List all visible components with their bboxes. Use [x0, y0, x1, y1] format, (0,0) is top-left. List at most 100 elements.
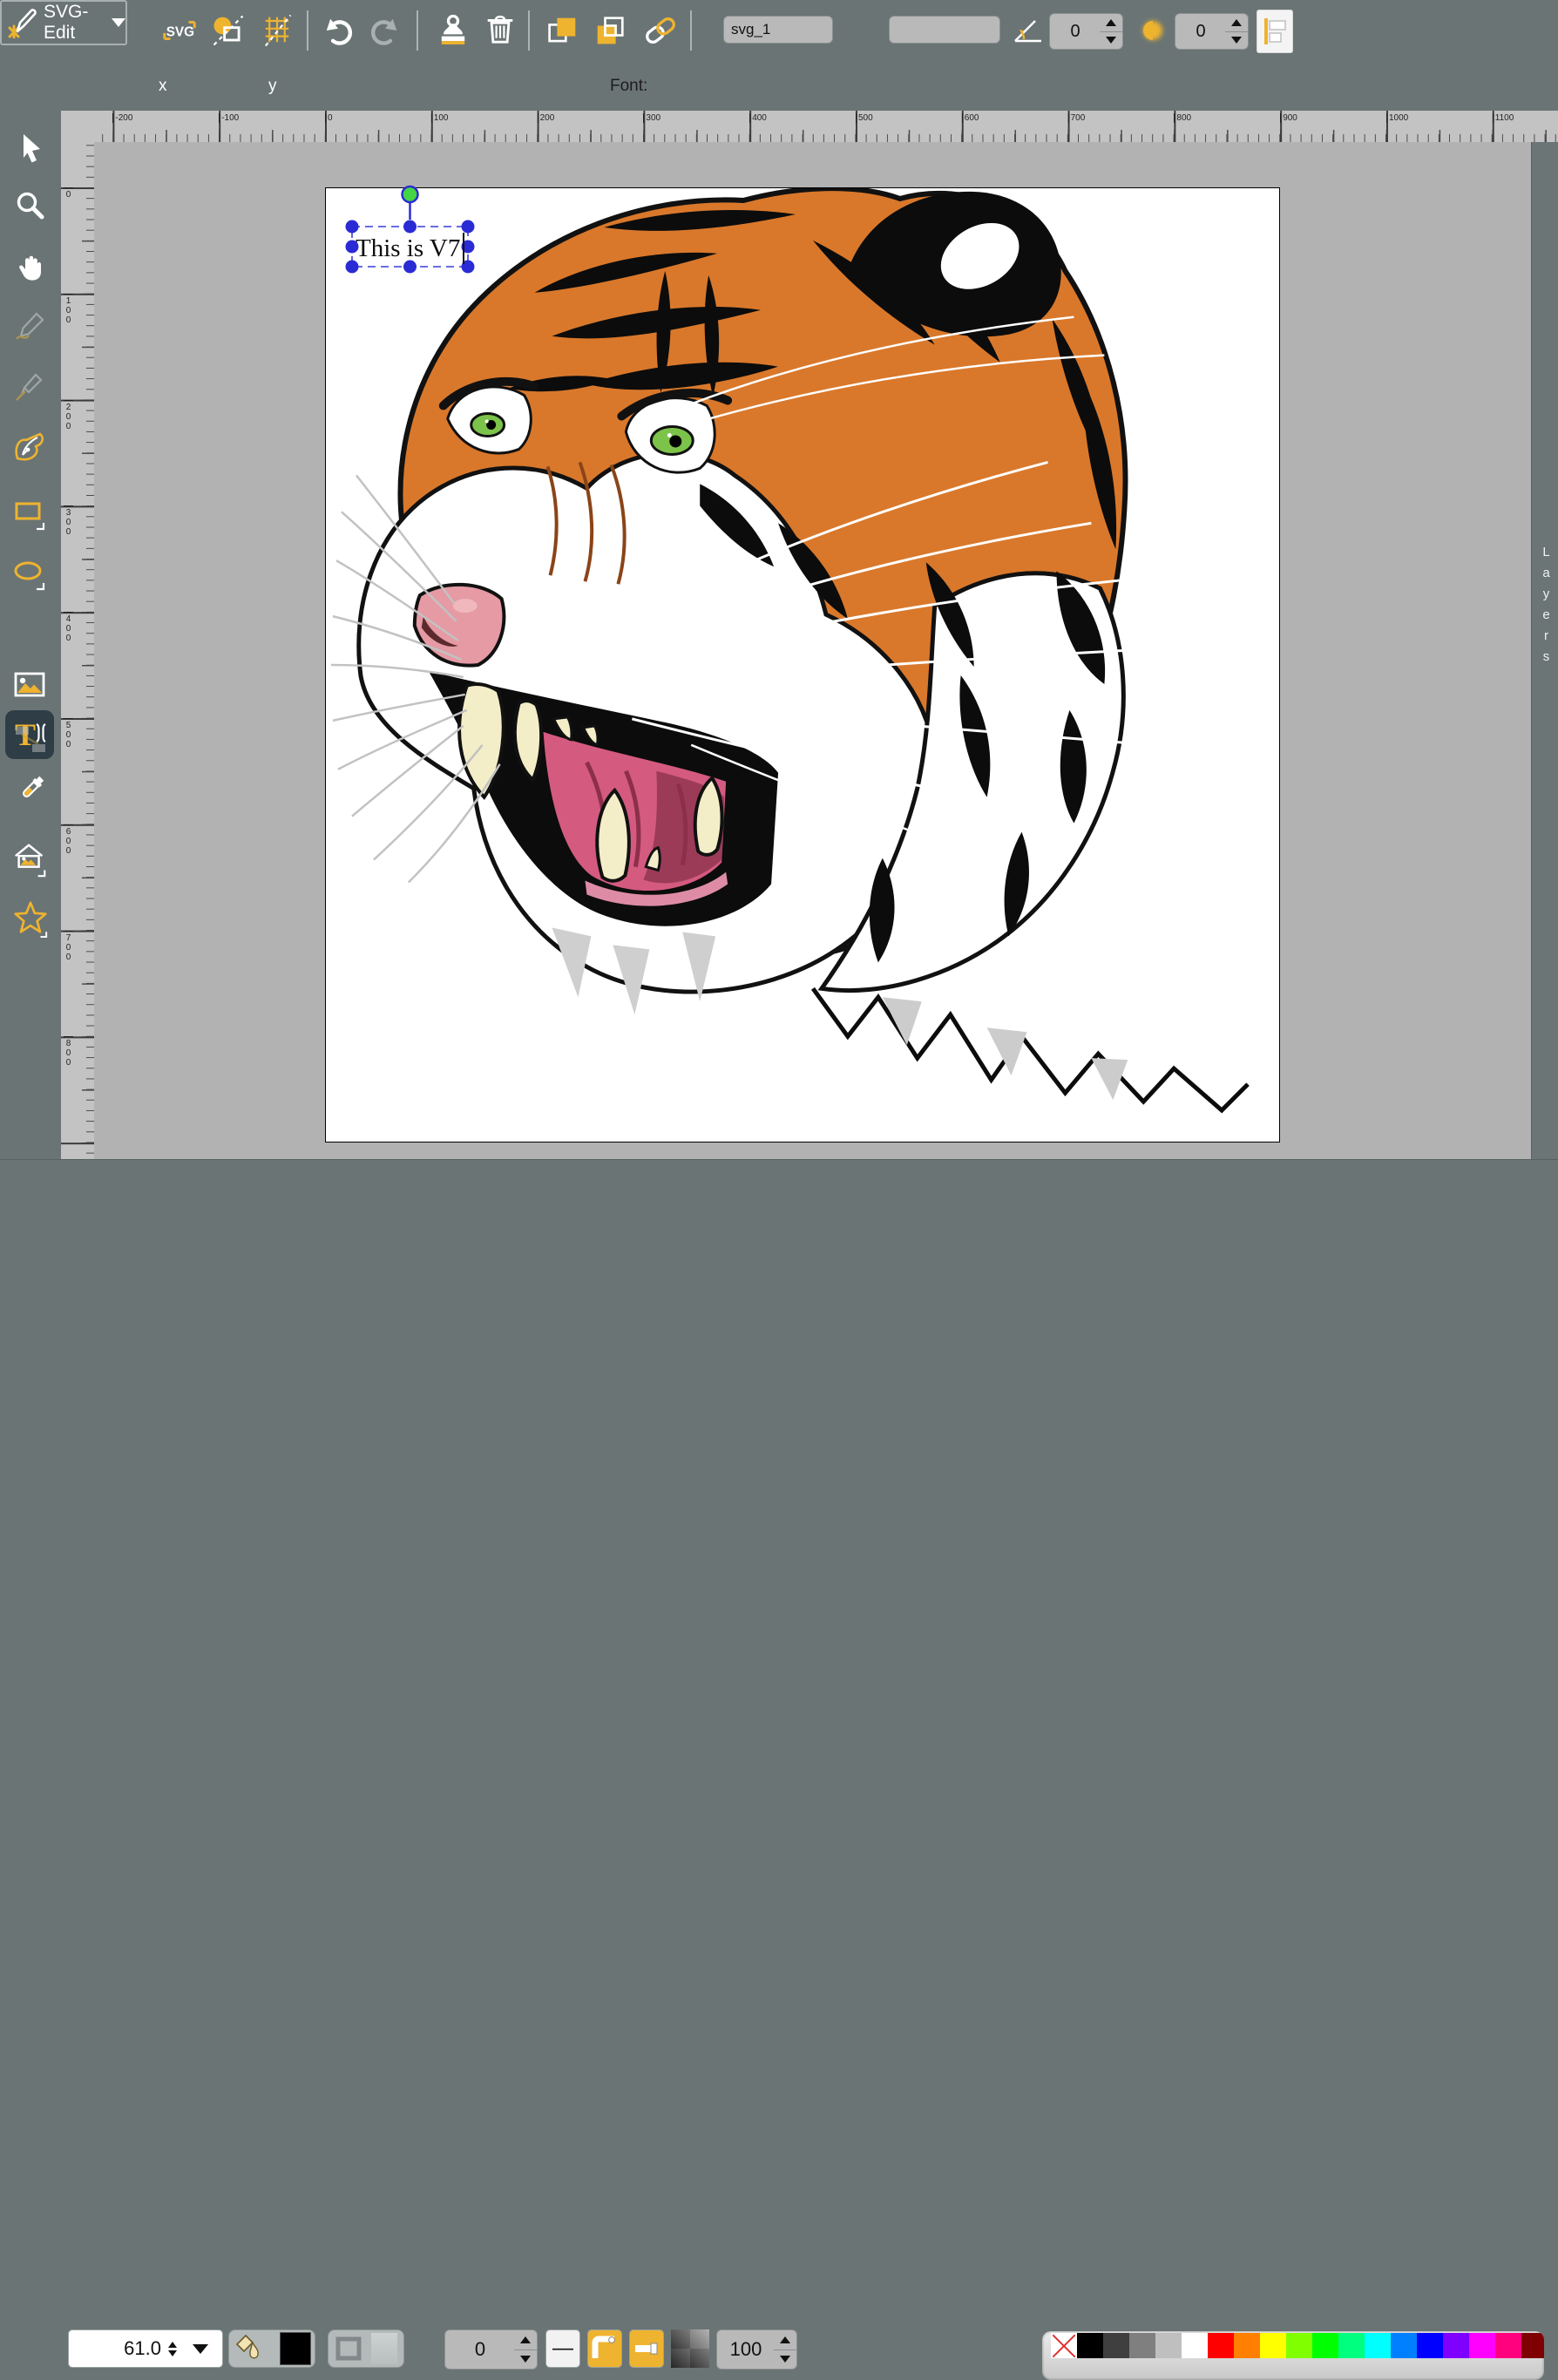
toolbar-divider	[528, 10, 530, 51]
layers-panel-toggle[interactable]: Layers	[1531, 142, 1558, 1159]
svg-text:SVG: SVG	[166, 25, 194, 40]
palette-swatch[interactable]	[1338, 2333, 1365, 2358]
ruler-horizontal: -200-10001002003004005006007008009001000…	[94, 111, 1558, 143]
tool-pencil[interactable]	[11, 308, 50, 346]
palette-swatch[interactable]	[1365, 2333, 1391, 2358]
pencil-icon	[13, 309, 48, 344]
move-to-back-button[interactable]	[591, 11, 629, 50]
toolbar-divider	[417, 10, 418, 51]
zoom-magnifier-icon	[13, 189, 48, 224]
document-properties-button[interactable]	[209, 11, 247, 50]
opacity-input[interactable]: 100	[716, 2329, 776, 2370]
stroke-style-button[interactable]: —	[545, 2329, 580, 2368]
toolbar-divider	[307, 10, 308, 51]
palette-swatch[interactable]	[1469, 2333, 1495, 2358]
tool-star[interactable]	[11, 899, 50, 938]
select-arrow-icon	[13, 131, 48, 166]
palette-swatch[interactable]	[1286, 2333, 1312, 2358]
palette-swatch[interactable]	[1182, 2333, 1208, 2358]
toolbar-divider	[690, 10, 692, 51]
pan-hand-icon	[13, 249, 48, 284]
logo-label: SVG-Edit	[44, 2, 103, 44]
angle-spinner[interactable]	[1100, 13, 1123, 50]
tool-shape-library[interactable]	[11, 841, 50, 879]
stroke-color-widget[interactable]	[328, 2329, 404, 2368]
palette-swatch[interactable]	[1521, 2333, 1544, 2358]
blur-input[interactable]: 0	[1175, 13, 1227, 50]
eyedropper-icon	[11, 770, 50, 809]
chevron-down-icon	[193, 2344, 208, 2354]
move-front-icon	[544, 11, 582, 50]
palette-swatch-none[interactable]	[1051, 2333, 1077, 2358]
clone-button[interactable]	[434, 11, 472, 50]
zoom-spinner[interactable]	[161, 2330, 184, 2367]
fill-color-swatch[interactable]	[280, 2332, 311, 2365]
align-button[interactable]	[1257, 10, 1293, 53]
fill-color-widget[interactable]	[228, 2329, 315, 2368]
x-label: x	[159, 61, 167, 111]
svg-canvas[interactable]	[325, 187, 1280, 1143]
blur-spinner[interactable]	[1225, 13, 1249, 50]
stamp-icon	[434, 11, 472, 50]
tool-ellipse[interactable]	[11, 555, 50, 593]
stroke-width-input[interactable]: 0	[444, 2329, 516, 2370]
linejoin-miter-icon	[590, 2334, 620, 2363]
editor-preferences-button[interactable]	[258, 11, 296, 50]
undo-button[interactable]	[319, 11, 357, 50]
trash-icon	[481, 11, 519, 50]
stroke-width-spinner[interactable]	[514, 2329, 538, 2370]
rectangle-icon	[11, 495, 50, 533]
ruler-corner	[61, 111, 95, 143]
zoom-widget[interactable]: 61.0	[68, 2329, 223, 2368]
palette-swatch[interactable]	[1208, 2333, 1234, 2358]
opacity-spinner[interactable]	[774, 2329, 797, 2370]
workspace[interactable]: This is V7	[94, 142, 1531, 1159]
palette-swatch[interactable]	[1234, 2333, 1260, 2358]
tool-connector[interactable]	[11, 721, 50, 759]
tool-path[interactable]	[11, 430, 50, 468]
undo-icon	[319, 11, 357, 50]
redo-button[interactable]	[366, 11, 404, 50]
palette-swatch[interactable]	[1495, 2333, 1521, 2358]
paint-bucket-icon	[234, 2331, 269, 2366]
tool-pan[interactable]	[11, 247, 50, 286]
palette-swatch[interactable]	[1155, 2333, 1182, 2358]
angle-input[interactable]: 0	[1049, 13, 1101, 50]
tool-image[interactable]	[11, 667, 50, 705]
palette-swatch[interactable]	[1103, 2333, 1129, 2358]
source-button[interactable]: SVG	[160, 11, 199, 50]
tool-eyedropper[interactable]	[11, 770, 50, 809]
palette-swatch[interactable]	[1417, 2333, 1443, 2358]
tool-zoom[interactable]	[11, 187, 50, 226]
palette-swatch[interactable]	[1129, 2333, 1155, 2358]
logo-icon	[7, 7, 38, 38]
angle-icon	[1009, 11, 1047, 50]
redo-icon	[366, 11, 404, 50]
linejoin-button[interactable]	[587, 2329, 622, 2368]
palette-swatch[interactable]	[1260, 2333, 1286, 2358]
class-input[interactable]	[889, 16, 1000, 44]
tool-rectangle[interactable]	[11, 495, 50, 533]
tool-line[interactable]	[11, 368, 50, 406]
id-input[interactable]	[723, 16, 833, 44]
text-context-toolbar: x 80.3 y 65.5 B i abcd abcd abcd Font: S…	[0, 61, 1558, 111]
tiger-artwork	[326, 188, 1279, 1142]
ellipse-icon	[11, 555, 50, 593]
svg-edit-app: { "app": { "logo_label": "SVG-Edit" }, "…	[0, 0, 1558, 1224]
palette-swatch[interactable]	[1077, 2333, 1103, 2358]
zoom-input[interactable]: 61.0	[69, 2330, 161, 2367]
palette-swatch[interactable]	[1391, 2333, 1417, 2358]
linecap-icon	[632, 2334, 661, 2363]
linecap-button[interactable]	[629, 2329, 664, 2368]
canvas-text-element[interactable]: This is V7	[356, 234, 460, 263]
opacity-gradient-button[interactable]	[671, 2329, 709, 2368]
move-to-front-button[interactable]	[544, 11, 582, 50]
stroke-color-swatch[interactable]	[371, 2333, 397, 2364]
tool-select[interactable]	[11, 129, 50, 167]
make-link-button[interactable]	[641, 11, 680, 50]
zoom-dropdown[interactable]	[184, 2330, 217, 2367]
main-menu-button[interactable]: SVG-Edit	[0, 0, 127, 45]
palette-swatch[interactable]	[1443, 2333, 1469, 2358]
palette-swatch[interactable]	[1312, 2333, 1338, 2358]
delete-button[interactable]	[481, 11, 519, 50]
